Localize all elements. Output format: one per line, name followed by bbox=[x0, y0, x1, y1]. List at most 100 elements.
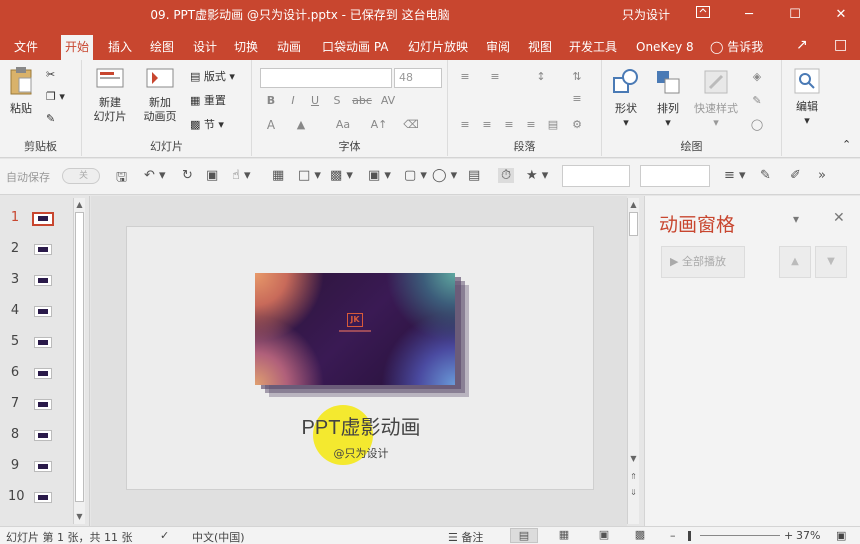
thumbnail-scrollbar[interactable]: ▲ ▼ bbox=[73, 198, 85, 524]
align-text-icon[interactable]: ≡ bbox=[568, 92, 586, 105]
tab-home[interactable]: 开始 bbox=[61, 35, 94, 60]
fit-slide-icon[interactable]: ▣ bbox=[836, 529, 846, 542]
section-button[interactable]: ▩ 节 ▾ bbox=[190, 116, 224, 134]
format-brush-icon[interactable]: ✎ bbox=[760, 168, 771, 183]
thumbnail-5[interactable]: 5 bbox=[0, 328, 70, 358]
thumbnail-10[interactable]: 10 bbox=[0, 483, 70, 513]
font-name-field[interactable] bbox=[260, 68, 392, 88]
tab-view[interactable]: 视图 bbox=[524, 35, 556, 60]
paste-button[interactable]: 粘贴 bbox=[4, 66, 38, 116]
pane-options-icon[interactable]: ▾ bbox=[793, 212, 799, 226]
arrange-button[interactable]: 排列 ▾ bbox=[650, 68, 686, 130]
ribbon-display-icon[interactable] bbox=[684, 0, 722, 30]
bullets-icon[interactable]: ≡ bbox=[456, 70, 474, 83]
grow-font-icon[interactable]: A↑ bbox=[370, 118, 388, 131]
width-field[interactable] bbox=[562, 165, 630, 187]
shadow-button[interactable]: S bbox=[328, 94, 346, 107]
grid-icon[interactable]: ▦ bbox=[272, 168, 284, 183]
reading-view-button[interactable]: ▣ bbox=[590, 528, 618, 543]
undo-icon[interactable]: ↶ ▾ bbox=[144, 168, 166, 183]
tab-tell-me[interactable]: ◯ 告诉我 bbox=[706, 35, 767, 60]
shape-outline-icon[interactable]: ✎ bbox=[748, 94, 766, 107]
slide-subtitle[interactable]: @只为设计 bbox=[127, 445, 595, 461]
move-down-button[interactable]: ▼ bbox=[815, 246, 847, 278]
editor-scrollbar[interactable]: ▲ ▼ ⇑ ⇓ bbox=[627, 198, 639, 524]
slide-title[interactable]: PPT虚影动画 bbox=[127, 411, 595, 440]
quick-style-button[interactable]: 快速样式 ▾ bbox=[690, 68, 742, 130]
zoom-level[interactable]: 37% bbox=[796, 529, 820, 542]
normal-view-button[interactable]: ▤ bbox=[510, 528, 538, 543]
layout-button[interactable]: ▤ 版式 ▾ bbox=[190, 68, 235, 86]
numbering-icon[interactable]: ≡ bbox=[486, 70, 504, 83]
align-left-icon[interactable]: ≡ bbox=[456, 118, 474, 131]
text-direction-icon[interactable]: ⇅ bbox=[568, 70, 586, 83]
strikethrough-button[interactable]: abc bbox=[350, 94, 374, 107]
picture-icon[interactable]: ▢ ▾ bbox=[404, 168, 427, 183]
close-button[interactable]: ✕ bbox=[822, 0, 860, 30]
thumbnail-7[interactable]: 7 bbox=[0, 390, 70, 420]
tab-design[interactable]: 设计 bbox=[189, 35, 221, 60]
justify-icon[interactable]: ≡ bbox=[522, 118, 540, 131]
tab-review[interactable]: 审阅 bbox=[482, 35, 514, 60]
thumbnail-1[interactable]: 1 bbox=[0, 204, 70, 234]
thumbnail-2[interactable]: 2 bbox=[0, 235, 70, 265]
redo-icon[interactable]: ↻ bbox=[182, 168, 193, 183]
columns-icon[interactable]: ▤ bbox=[544, 118, 562, 131]
touch-mode-icon[interactable]: ☝ ▾ bbox=[232, 168, 251, 183]
play-all-button[interactable]: ▶ 全部播放 bbox=[661, 246, 745, 278]
crop-icon[interactable]: □ ▾ bbox=[298, 168, 321, 183]
move-up-button[interactable]: ▲ bbox=[779, 246, 811, 278]
tab-pocket-animation[interactable]: 口袋动画 PA bbox=[318, 35, 393, 60]
save-icon[interactable]: 🖫 bbox=[116, 168, 127, 190]
clear-format-icon[interactable]: ⌫ bbox=[402, 118, 420, 131]
star-icon[interactable]: ★ ▾ bbox=[526, 168, 548, 183]
share-icon[interactable]: ↗ bbox=[796, 37, 808, 53]
zoom-in-icon[interactable]: + bbox=[784, 529, 793, 542]
tab-developer[interactable]: 开发工具 bbox=[565, 35, 621, 60]
copy-icon[interactable]: ❐ ▾ bbox=[46, 88, 65, 106]
previous-slide-icon[interactable]: ⇑ bbox=[628, 472, 639, 481]
format-painter-icon[interactable]: ✎ bbox=[46, 110, 55, 128]
zoom-slider-knob[interactable] bbox=[688, 531, 691, 541]
new-slide-button[interactable]: 新建 幻灯片 bbox=[88, 68, 132, 124]
fill-color-icon[interactable]: ▩ ▾ bbox=[330, 168, 353, 183]
tab-onekey[interactable]: OneKey 8 bbox=[632, 35, 698, 60]
user-name[interactable]: 只为设计 bbox=[622, 0, 670, 30]
collapse-ribbon-icon[interactable]: ⌃ bbox=[842, 136, 851, 154]
tab-transitions[interactable]: 切换 bbox=[230, 35, 262, 60]
cut-icon[interactable]: ✂ bbox=[46, 66, 55, 84]
height-field[interactable] bbox=[640, 165, 710, 187]
thumbnail-6[interactable]: 6 bbox=[0, 359, 70, 389]
align-center-icon[interactable]: ≡ bbox=[478, 118, 496, 131]
smartart-icon[interactable]: ⚙ bbox=[568, 118, 586, 131]
more-icon[interactable]: » bbox=[818, 168, 826, 183]
thumbnail-4[interactable]: 4 bbox=[0, 297, 70, 327]
slide-canvas[interactable]: JK PPT虚影动画 @只为设计 bbox=[126, 226, 594, 490]
tab-insert[interactable]: 插入 bbox=[104, 35, 136, 60]
thumbnail-3[interactable]: 3 bbox=[0, 266, 70, 296]
tab-animations[interactable]: 动画 bbox=[273, 35, 305, 60]
scrollbar-thumb[interactable] bbox=[75, 212, 84, 502]
underline-button[interactable]: U bbox=[306, 94, 324, 107]
align-right-icon[interactable]: ≡ bbox=[500, 118, 518, 131]
slideshow-view-button[interactable]: ▩ bbox=[626, 528, 654, 543]
zoom-out-icon[interactable]: – bbox=[670, 529, 676, 542]
shape-effects-icon[interactable]: ◯ bbox=[748, 118, 766, 131]
scroll-down-icon[interactable]: ▼ bbox=[74, 512, 85, 521]
tab-slideshow[interactable]: 幻灯片放映 bbox=[404, 35, 472, 60]
slideshow-icon[interactable]: ▣ bbox=[206, 168, 218, 183]
thumbnail-8[interactable]: 8 bbox=[0, 421, 70, 451]
text-highlight-icon[interactable]: ▲ bbox=[292, 118, 310, 131]
scroll-up-icon[interactable]: ▲ bbox=[628, 200, 639, 209]
slide-sorter-button[interactable]: ▦ bbox=[550, 528, 578, 543]
autosave-toggle[interactable]: 关 bbox=[62, 168, 100, 184]
shape-button[interactable]: 形状 ▾ bbox=[608, 68, 644, 130]
pen-icon[interactable]: ✐ bbox=[790, 168, 801, 183]
main-card-image[interactable]: JK bbox=[255, 273, 455, 385]
minimize-button[interactable]: ─ bbox=[730, 0, 768, 30]
line-spacing-icon[interactable]: ↕ bbox=[532, 70, 550, 83]
shape-fill-icon[interactable]: ◈ bbox=[748, 70, 766, 83]
align-icon[interactable]: ▣ ▾ bbox=[368, 168, 391, 183]
bold-button[interactable]: B bbox=[262, 94, 280, 107]
maximize-button[interactable]: ☐ bbox=[776, 0, 814, 30]
